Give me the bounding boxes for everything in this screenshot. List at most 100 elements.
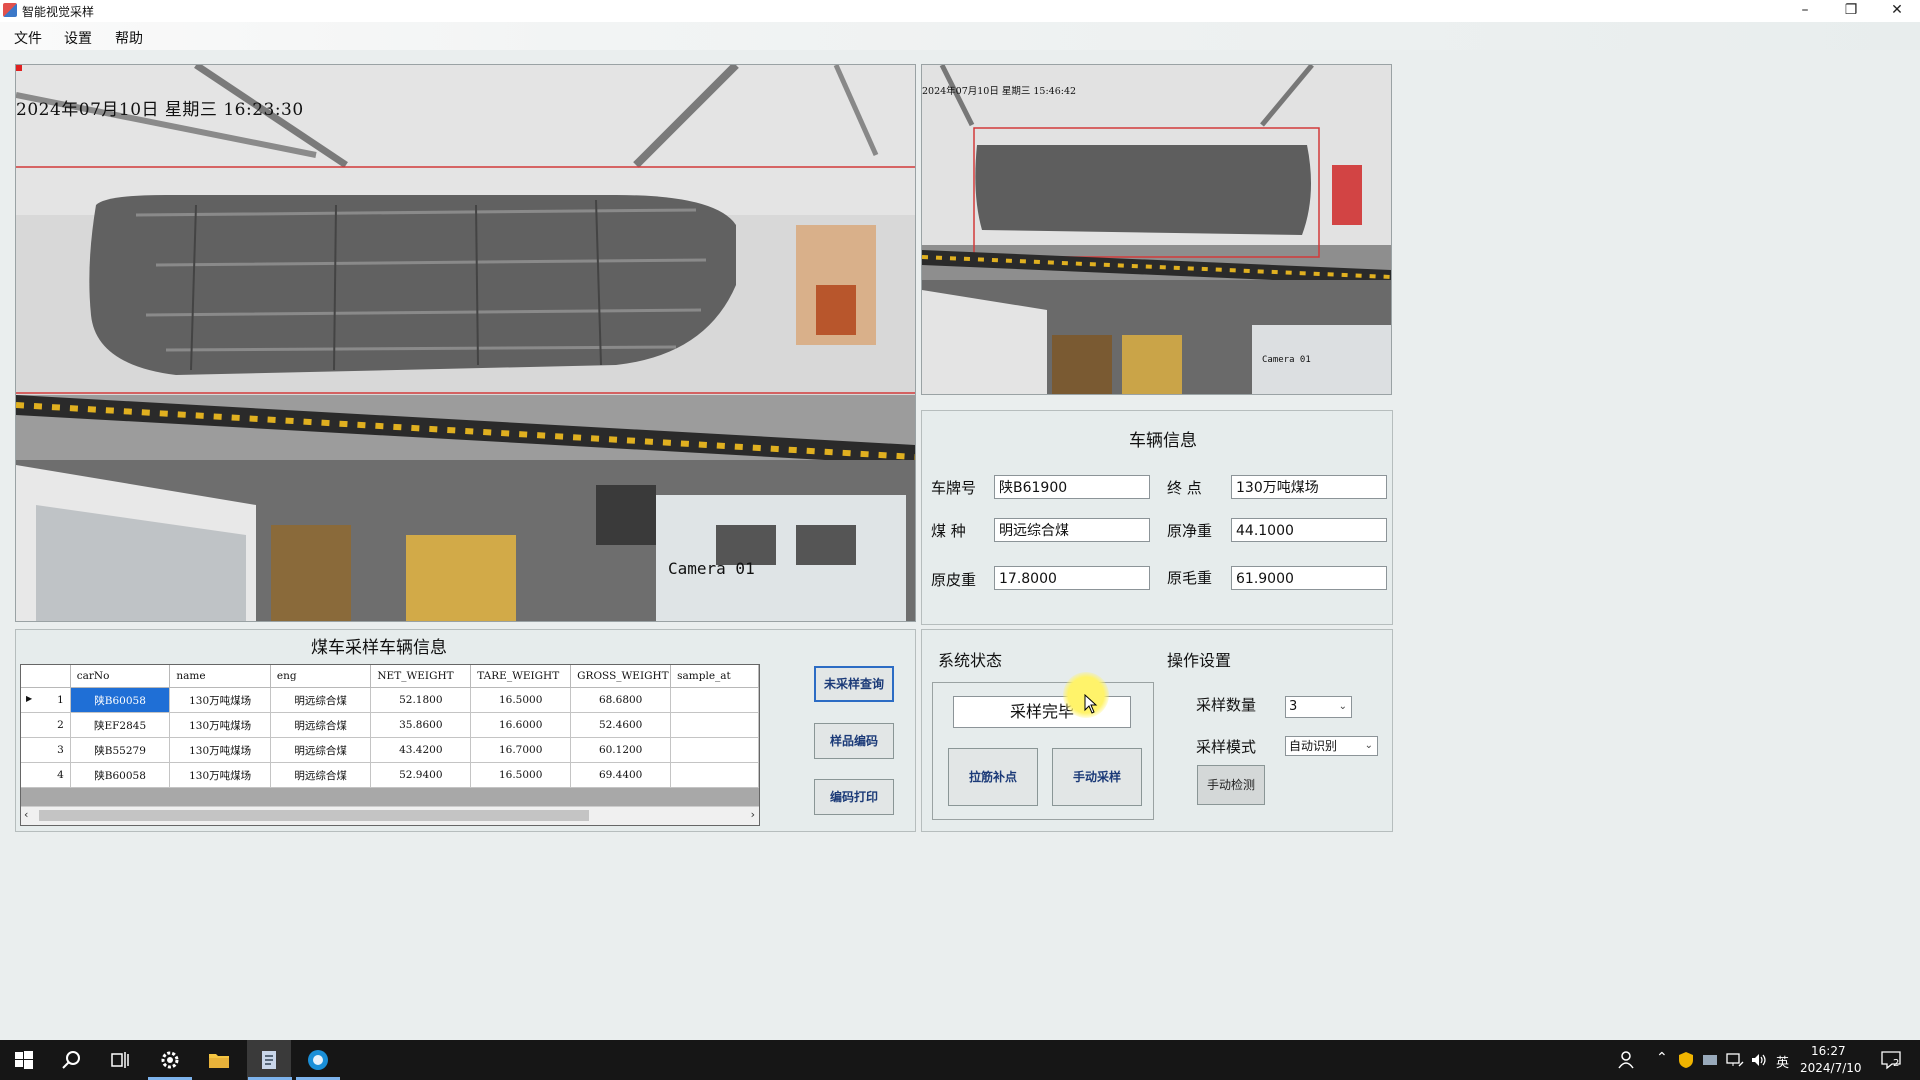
cell-carno[interactable]: 陕B60058: [70, 762, 171, 788]
row-index[interactable]: 2: [21, 712, 71, 738]
gross-weight-field[interactable]: 61.9000: [1231, 566, 1387, 590]
plate-field[interactable]: 陕B61900: [994, 475, 1150, 499]
coal-type-field[interactable]: 明远综合煤: [994, 518, 1150, 542]
unsampled-query-button[interactable]: 未采样查询: [814, 666, 894, 702]
sample-count-value: 3: [1289, 699, 1298, 714]
cell-sample-at[interactable]: [670, 712, 759, 738]
table-row[interactable]: ▶ 1 陕B60058 130万吨煤场 明远综合煤 52.1800 16.5000…: [21, 687, 759, 713]
cell-tare-weight[interactable]: 16.5000: [470, 687, 572, 713]
cell-carno[interactable]: 陕B60058: [70, 687, 171, 713]
close-button[interactable]: ✕: [1874, 0, 1920, 22]
scroll-left-icon[interactable]: ‹: [24, 808, 28, 821]
column-header[interactable]: NET_WEIGHT: [370, 665, 472, 688]
gross-weight-label: 原毛重: [1167, 569, 1213, 587]
menu-help[interactable]: 帮助: [115, 28, 143, 48]
title-bar: 智能视觉采样 – ❐ ✕: [0, 0, 1920, 22]
windows-start-icon[interactable]: [12, 1048, 36, 1072]
horizontal-scrollbar[interactable]: ‹ ›: [21, 806, 759, 825]
people-icon[interactable]: [1616, 1050, 1636, 1070]
sampling-table-title: 煤车采样车辆信息: [311, 638, 447, 658]
code-print-button[interactable]: 编码打印: [814, 779, 894, 815]
tray-chevron-up-icon[interactable]: ⌃: [1656, 1050, 1668, 1066]
cell-name[interactable]: 130万吨煤场: [169, 687, 271, 713]
side-camera-label: Camera 01: [1262, 355, 1311, 365]
chevron-down-icon: ⌄: [1338, 701, 1347, 712]
destination-label: 终 点: [1167, 479, 1202, 497]
cell-eng[interactable]: 明远综合煤: [270, 712, 372, 738]
manual-detect-button[interactable]: 手动检测: [1197, 765, 1265, 805]
cell-net-weight[interactable]: 52.1800: [370, 687, 472, 713]
main-camera-view: 2024年07月10日 星期三 16:23:30 Camera 01: [15, 64, 916, 622]
cell-tare-weight[interactable]: 16.6000: [470, 712, 572, 738]
column-header[interactable]: eng: [270, 665, 372, 688]
system-status-title: 系统状态: [938, 651, 1003, 670]
network-icon[interactable]: [1726, 1052, 1744, 1068]
column-header[interactable]: name: [169, 665, 271, 688]
main-camera-timestamp: 2024年07月10日 星期三 16:23:30: [16, 100, 304, 120]
volume-icon[interactable]: [1750, 1052, 1768, 1068]
grid-header-row: carNo name eng NET_WEIGHT TARE_WEIGHT GR…: [21, 665, 759, 688]
task-view-icon[interactable]: [108, 1048, 132, 1072]
cell-gross-weight[interactable]: 52.4600: [570, 712, 672, 738]
network-device-icon[interactable]: [1702, 1052, 1718, 1068]
rebar-fill-button[interactable]: 拉筋补点: [948, 748, 1038, 806]
column-header[interactable]: GROSS_WEIGHT: [570, 665, 672, 688]
table-row[interactable]: 2 陕EF2845 130万吨煤场 明远综合煤 35.8600 16.6000 …: [21, 712, 759, 738]
vehicle-data-grid[interactable]: carNo name eng NET_WEIGHT TARE_WEIGHT GR…: [20, 664, 760, 826]
cell-carno[interactable]: 陕EF2845: [70, 712, 171, 738]
cell-gross-weight[interactable]: 69.4400: [570, 762, 672, 788]
cell-name[interactable]: 130万吨煤场: [169, 737, 271, 763]
cell-name[interactable]: 130万吨煤场: [169, 762, 271, 788]
table-row[interactable]: 4 陕B60058 130万吨煤场 明远综合煤 52.9400 16.5000 …: [21, 762, 759, 788]
menu-settings[interactable]: 设置: [64, 28, 92, 48]
destination-field[interactable]: 130万吨煤场: [1231, 475, 1387, 499]
table-row[interactable]: 3 陕B55279 130万吨煤场 明远综合煤 43.4200 16.7000 …: [21, 737, 759, 763]
row-index[interactable]: 3: [21, 737, 71, 763]
net-weight-label: 原净重: [1167, 522, 1213, 540]
column-header[interactable]: sample_at: [670, 665, 759, 688]
cell-tare-weight[interactable]: 16.7000: [470, 737, 572, 763]
clock-time[interactable]: 16:27: [1811, 1044, 1846, 1058]
cell-carno[interactable]: 陕B55279: [70, 737, 171, 763]
cell-gross-weight[interactable]: 60.1200: [570, 737, 672, 763]
menu-file[interactable]: 文件: [14, 28, 42, 48]
sample-code-button[interactable]: 样品编码: [814, 723, 894, 759]
ime-indicator[interactable]: 英: [1776, 1052, 1789, 1071]
sample-mode-value: 自动识别: [1289, 739, 1338, 753]
cell-sample-at[interactable]: [670, 762, 759, 788]
cell-name[interactable]: 130万吨煤场: [169, 712, 271, 738]
manual-sampling-button[interactable]: 手动采样: [1052, 748, 1142, 806]
cell-sample-at[interactable]: [670, 687, 759, 713]
app-icon: [3, 3, 17, 17]
cell-net-weight[interactable]: 43.4200: [370, 737, 472, 763]
file-explorer-icon[interactable]: [207, 1048, 231, 1072]
row-index[interactable]: ▶ 1: [21, 687, 71, 713]
side-camera-image: [922, 65, 1391, 394]
column-header[interactable]: carNo: [70, 665, 171, 688]
security-shield-icon[interactable]: [1678, 1051, 1694, 1069]
cell-gross-weight[interactable]: 68.6800: [570, 687, 672, 713]
cell-net-weight[interactable]: 35.8600: [370, 712, 472, 738]
sampling-app-icon[interactable]: [257, 1048, 281, 1072]
cell-eng[interactable]: 明远综合煤: [270, 687, 372, 713]
sample-mode-select[interactable]: 自动识别 ⌄: [1285, 736, 1378, 756]
browser-icon[interactable]: [306, 1048, 330, 1072]
cell-sample-at[interactable]: [670, 737, 759, 763]
sample-count-select[interactable]: 3 ⌄: [1285, 696, 1352, 718]
cell-net-weight[interactable]: 52.9400: [370, 762, 472, 788]
clock-date[interactable]: 2024/7/10: [1800, 1061, 1862, 1075]
cell-tare-weight[interactable]: 16.5000: [470, 762, 572, 788]
row-index[interactable]: 4: [21, 762, 71, 788]
settings-gear-icon[interactable]: [158, 1048, 182, 1072]
tare-weight-field[interactable]: 17.8000: [994, 566, 1150, 590]
minimize-button[interactable]: –: [1782, 0, 1828, 22]
search-icon[interactable]: [60, 1048, 84, 1072]
cell-eng[interactable]: 明远综合煤: [270, 762, 372, 788]
cell-eng[interactable]: 明远综合煤: [270, 737, 372, 763]
scrollbar-thumb[interactable]: [39, 810, 589, 821]
scroll-right-icon[interactable]: ›: [751, 808, 755, 821]
net-weight-field[interactable]: 44.1000: [1231, 518, 1387, 542]
sample-mode-label: 采样模式: [1196, 738, 1257, 756]
restore-button[interactable]: ❐: [1828, 0, 1874, 22]
column-header[interactable]: TARE_WEIGHT: [470, 665, 572, 688]
